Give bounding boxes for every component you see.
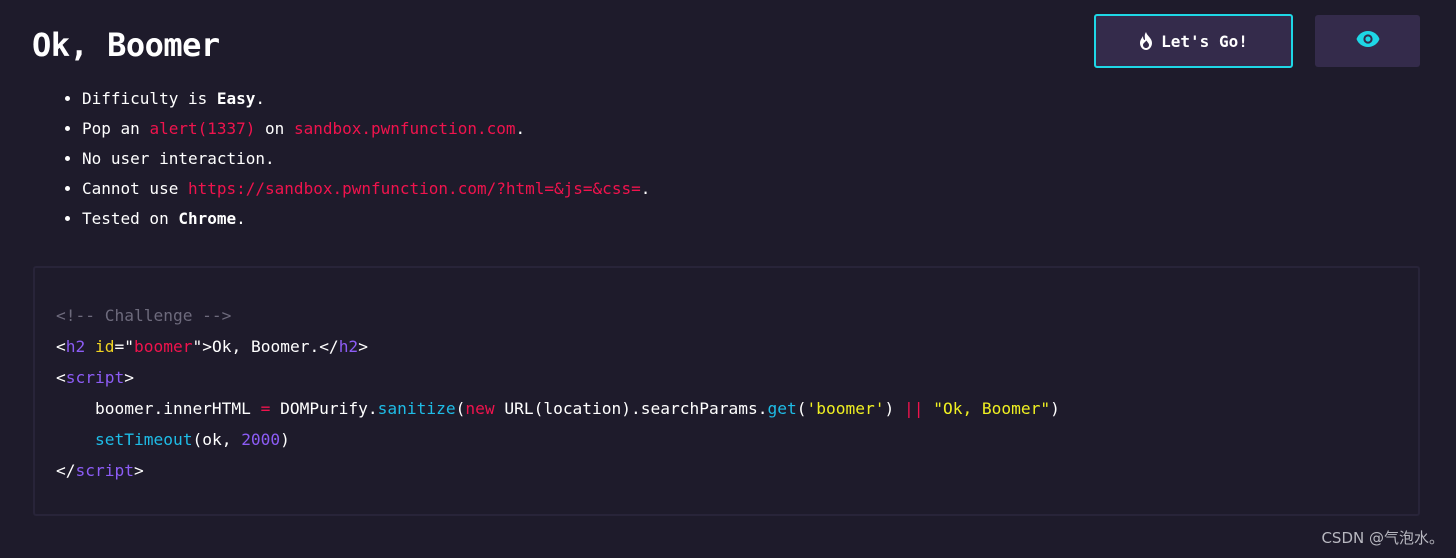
code-line-settimeout: setTimeout(ok, 2000)	[94, 430, 290, 449]
rule-cannot-use: Cannot use https://sandbox.pwnfunction.c…	[82, 174, 650, 204]
browser-name: Chrome	[178, 209, 237, 228]
rule-tested-on: Tested on Chrome.	[82, 204, 650, 234]
code-comment: <!-- Challenge -->	[56, 306, 232, 325]
forbidden-url: https://sandbox.pwnfunction.com/?html=&j…	[187, 179, 641, 198]
code-line-script-close: </script>	[56, 461, 144, 480]
code-line-h2: <h2 id="boomer">Ok, Boomer.</h2>	[56, 337, 368, 356]
rule-no-interaction: No user interaction.	[82, 144, 650, 174]
code-line-script-open: <script>	[56, 368, 134, 387]
eye-icon	[1356, 31, 1380, 51]
code-line-sanitize: boomer.innerHTML = DOMPurify.sanitize(ne…	[94, 399, 1060, 418]
alert-code: alert(1337)	[149, 119, 256, 138]
code-content: <!-- Challenge --> <h2 id="boomer">Ok, B…	[56, 300, 1060, 486]
sandbox-domain: sandbox.pwnfunction.com	[293, 119, 516, 138]
flame-icon	[1139, 32, 1153, 50]
rules-list: Difficulty is Easy. Pop an alert(1337) o…	[62, 84, 650, 234]
page-title: Ok, Boomer	[32, 26, 220, 64]
lets-go-label: Let's Go!	[1161, 31, 1248, 51]
rule-difficulty: Difficulty is Easy.	[82, 84, 650, 114]
challenge-code-block: <!-- Challenge --> <h2 id="boomer">Ok, B…	[33, 266, 1420, 516]
watermark: CSDN @气泡水。	[1321, 529, 1444, 547]
lets-go-button[interactable]: Let's Go!	[1094, 14, 1293, 68]
view-source-button[interactable]	[1315, 15, 1420, 67]
rule-pop-alert: Pop an alert(1337) on sandbox.pwnfunctio…	[82, 114, 650, 144]
difficulty-value: Easy	[216, 89, 256, 108]
